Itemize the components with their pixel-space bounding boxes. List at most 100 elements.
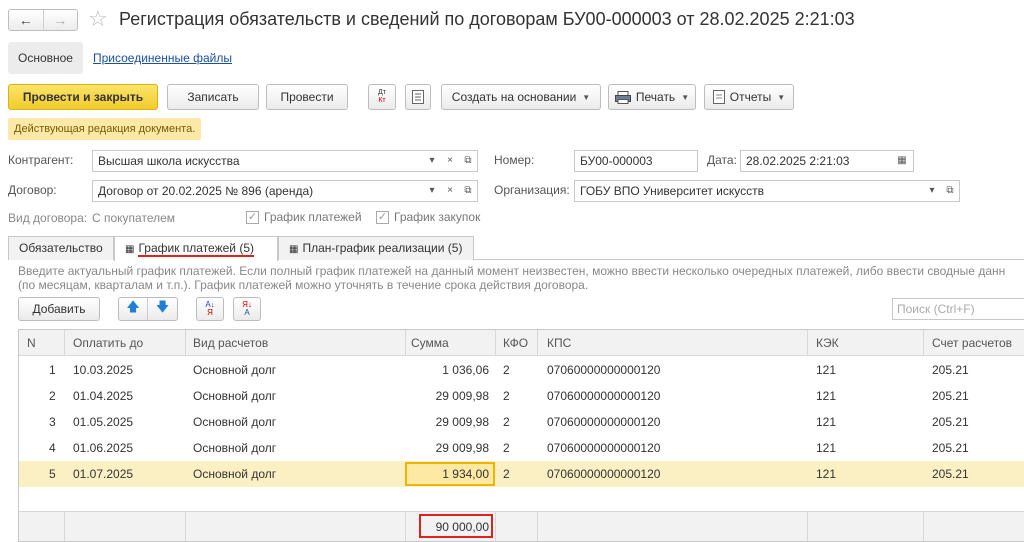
save-button[interactable]: Записать (167, 84, 259, 110)
pay-by-date: 01.06.2025 (73, 441, 134, 455)
open-icon[interactable]: ⧉ (459, 181, 477, 201)
organization-field[interactable]: ГОБУ ВПО Университет искусств ▾ ⧉ (574, 180, 960, 202)
purchase-schedule-checkbox[interactable]: ✓ График закупок (376, 210, 480, 224)
row-number: 5 (49, 467, 56, 481)
favorite-star-icon[interactable]: ☆ (88, 6, 108, 32)
kps: 07060000000000120 (547, 415, 661, 429)
tab-payment-schedule[interactable]: ▦ График платежей (5) (114, 236, 278, 261)
add-row-button[interactable]: Добавить (18, 297, 100, 321)
counterparty-field[interactable]: Высшая школа искусства ▾ × ⧉ (92, 150, 478, 172)
contract-field[interactable]: Договор от 20.02.2025 № 896 (аренда) ▾ ×… (92, 180, 478, 202)
tab-sales-plan[interactable]: ▦ План-график реализации (5) (278, 236, 474, 260)
pay-by-date: 01.04.2025 (73, 389, 134, 403)
amount: 29 009,98 (435, 441, 489, 455)
account: 205.21 (932, 389, 969, 403)
date-field[interactable]: 28.02.2025 2:21:03 ▦ (740, 150, 914, 172)
settlement-type: Основной долг (193, 389, 277, 403)
column-header-pay-by[interactable]: Оплатить до (73, 330, 143, 356)
kps: 07060000000000120 (547, 467, 661, 481)
post-and-close-button[interactable]: Провести и закрыть (8, 84, 158, 110)
kek: 121 (816, 415, 837, 429)
move-up-icon[interactable]: 🡅 (119, 298, 148, 320)
row-number: 4 (49, 441, 56, 455)
section-main[interactable]: Основное (8, 42, 83, 74)
contract-type-label: Вид договора: (8, 211, 88, 225)
move-down-icon[interactable]: 🡇 (148, 298, 177, 320)
table-header: N Оплатить до Вид расчетов Сумма КФО КПС… (19, 330, 1024, 356)
column-header-kfo[interactable]: КФО (503, 330, 528, 356)
open-icon[interactable]: ⧉ (459, 151, 477, 171)
table-footer: 90 000,00 (19, 511, 1024, 541)
open-icon[interactable]: ⧉ (941, 181, 959, 201)
table-row-selected[interactable]: 5 01.07.2025 Основной долг 1 934,00 2 07… (19, 461, 1024, 487)
hint-line-1: Введите актуальный график платежей. Если… (18, 264, 1006, 278)
nav-buttons: ← → (8, 9, 78, 31)
pay-by-date: 10.03.2025 (73, 363, 134, 377)
column-header-account[interactable]: Счет расчетов (932, 330, 1012, 356)
payment-schedule-label: График платежей (264, 210, 362, 224)
counterparty-label: Контрагент: (8, 153, 74, 167)
number-field[interactable]: БУ00-000003 (574, 150, 698, 172)
dropdown-arrow-icon[interactable]: ▾ (423, 181, 441, 201)
document-list-icon[interactable] (405, 84, 431, 110)
kps: 07060000000000120 (547, 389, 661, 403)
row-number: 1 (49, 363, 56, 377)
table-row[interactable]: 1 10.03.2025 Основной долг 1 036,06 2 07… (19, 357, 1024, 383)
table-row[interactable]: 4 01.06.2025 Основной долг 29 009,98 2 0… (19, 435, 1024, 461)
kek: 121 (816, 467, 837, 481)
dt-kt-icon[interactable]: Дт Кт (368, 84, 396, 110)
account: 205.21 (932, 363, 969, 377)
tab-strip: Обязательство ▦ График платежей (5) ▦ План… (8, 236, 1024, 261)
clear-icon[interactable]: × (441, 181, 459, 201)
payment-schedule-table: N Оплатить до Вид расчетов Сумма КФО КПС… (18, 329, 1024, 542)
amount: 29 009,98 (435, 389, 489, 403)
dropdown-caret-icon: ▼ (681, 92, 690, 102)
form-sections-nav: Основное Присоединенные файлы (8, 42, 232, 74)
back-arrow-icon[interactable]: ← (9, 10, 43, 30)
amount: 1 036,06 (442, 363, 489, 377)
settlement-type: Основной долг (193, 363, 277, 377)
dropdown-caret-icon: ▼ (777, 92, 786, 102)
column-header-kps[interactable]: КПС (547, 330, 571, 356)
tab-obligation[interactable]: Обязательство (8, 236, 114, 260)
column-header-settlement-type[interactable]: Вид расчетов (193, 330, 268, 356)
column-header-amount[interactable]: Сумма (411, 330, 449, 356)
kfo: 2 (503, 363, 510, 377)
pay-by-date: 01.07.2025 (73, 467, 134, 481)
create-based-on-label: Создать на основании (451, 90, 577, 104)
search-input[interactable]: Поиск (Ctrl+F) (892, 298, 1024, 320)
kfo: 2 (503, 389, 510, 403)
clear-icon[interactable]: × (441, 151, 459, 171)
calendar-icon[interactable]: ▦ (893, 151, 911, 171)
sort-descending-icon[interactable]: Я↓ А (233, 297, 261, 321)
section-attached-files[interactable]: Присоединенные файлы (93, 51, 232, 65)
kps: 07060000000000120 (547, 363, 661, 377)
column-header-n[interactable]: N (27, 330, 36, 356)
checkmark-icon: ✓ (246, 210, 259, 224)
dropdown-arrow-icon[interactable]: ▾ (923, 181, 941, 201)
sort-ascending-icon[interactable]: А↓ Я (196, 297, 224, 321)
print-button[interactable]: Печать ▼ (608, 84, 696, 110)
kps: 07060000000000120 (547, 441, 661, 455)
forward-arrow-icon[interactable]: → (42, 10, 78, 30)
column-header-kek[interactable]: КЭК (816, 330, 839, 356)
contract-label: Договор: (8, 183, 57, 197)
list-icon (412, 90, 424, 104)
printer-icon (614, 90, 631, 104)
date-value: 28.02.2025 2:21:03 (746, 154, 850, 168)
payment-schedule-checkbox[interactable]: ✓ График платежей (246, 210, 362, 224)
reports-button[interactable]: Отчеты ▼ (704, 84, 794, 110)
command-bar: Провести и закрыть Записать Провести Дт … (8, 84, 1024, 110)
table-row[interactable]: 3 01.05.2025 Основной долг 29 009,98 2 0… (19, 409, 1024, 435)
create-based-on-button[interactable]: Создать на основании ▼ (441, 84, 601, 110)
settlement-type: Основной долг (193, 415, 277, 429)
table-row[interactable]: 2 01.04.2025 Основной долг 29 009,98 2 0… (19, 383, 1024, 409)
checkmark-icon: ✓ (376, 210, 389, 224)
kfo: 2 (503, 415, 510, 429)
tab-payment-schedule-label: График платежей (5) (138, 241, 254, 257)
pay-by-date: 01.05.2025 (73, 415, 134, 429)
report-icon (712, 90, 725, 104)
dropdown-arrow-icon[interactable]: ▾ (423, 151, 441, 171)
contract-type-value: С покупателем (92, 211, 176, 225)
post-button[interactable]: Провести (266, 84, 348, 110)
